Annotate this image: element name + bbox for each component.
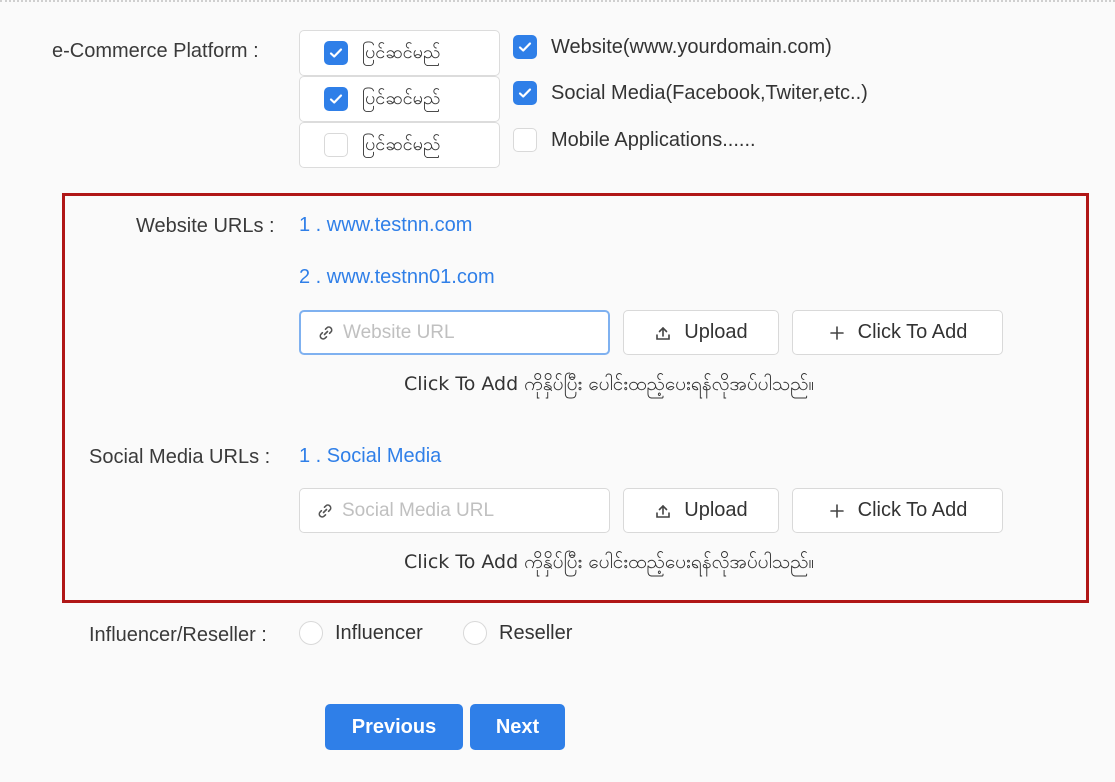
social-media-url-link-1[interactable]: 1 . Social Media (299, 445, 441, 468)
radio-influencer[interactable]: Influencer (299, 621, 423, 645)
influencer-reseller-label: Influencer/Reseller : (89, 624, 267, 646)
publish-toggle-mobile[interactable]: ပြင်ဆင်မည် (299, 122, 500, 168)
top-dotted-border (0, 0, 1115, 4)
social-media-urls-label: Social Media URLs : (89, 446, 271, 468)
check-icon (518, 88, 532, 98)
next-button[interactable]: Next (470, 704, 565, 750)
check-icon (329, 48, 343, 58)
publish-toggle-social[interactable]: ပြင်ဆင်မည် (299, 76, 500, 122)
check-icon (518, 42, 532, 52)
social-click-to-add-button[interactable]: Click To Add (792, 488, 1003, 533)
publish-label: ပြင်ဆင်မည် (362, 133, 441, 155)
website-url-link-2[interactable]: 2 . www.testnn01.com (299, 266, 495, 289)
social-upload-button[interactable]: Upload (623, 488, 779, 533)
option-mobile-applications[interactable]: Mobile Applications...... (513, 128, 756, 152)
social-media-url-input[interactable] (299, 488, 610, 533)
upload-icon (654, 324, 672, 342)
publish-checkbox-mobile[interactable] (324, 133, 348, 157)
radio-reseller[interactable]: Reseller (463, 621, 572, 645)
option-checkbox-mobile-applications[interactable] (513, 128, 537, 152)
option-label-website: Website(www.yourdomain.com) (551, 35, 832, 58)
radio-button[interactable] (299, 621, 323, 645)
website-url-input[interactable] (299, 310, 610, 355)
option-checkbox-website[interactable] (513, 35, 537, 59)
publish-checkbox-website[interactable] (324, 41, 348, 65)
option-label-social-media: Social Media(Facebook,Twiter,etc..) (551, 81, 868, 104)
previous-button[interactable]: Previous (325, 704, 463, 750)
plus-icon (828, 502, 846, 520)
website-urls-label: Website URLs : (136, 215, 275, 237)
publish-toggle-website[interactable]: ပြင်ဆင်မည် (299, 30, 500, 76)
upload-icon (654, 502, 672, 520)
option-checkbox-social-media[interactable] (513, 81, 537, 105)
website-click-to-add-button[interactable]: Click To Add (792, 310, 1003, 355)
platform-label: e-Commerce Platform : (52, 40, 259, 62)
publish-label: ပြင်ဆင်မည် (362, 87, 441, 109)
radio-button[interactable] (463, 621, 487, 645)
publish-label: ပြင်ဆင်မည် (362, 41, 441, 63)
website-url-link-1[interactable]: 1 . www.testnn.com (299, 214, 472, 237)
publish-checkbox-social[interactable] (324, 87, 348, 111)
social-media-url-field[interactable] (342, 499, 582, 522)
link-icon (316, 502, 334, 520)
option-label-mobile-applications: Mobile Applications...... (551, 128, 756, 151)
option-website[interactable]: Website(www.yourdomain.com) (513, 35, 832, 59)
social-hint-text: Click To Add ကိုနှိပ်ပြီး ပေါင်းထည့်ပေးရ… (404, 551, 815, 573)
website-upload-button[interactable]: Upload (623, 310, 779, 355)
link-icon (317, 324, 335, 342)
website-url-field[interactable] (343, 321, 583, 344)
check-icon (329, 94, 343, 104)
website-hint-text: Click To Add ကိုနှိပ်ပြီး ပေါင်းထည့်ပေးရ… (404, 373, 815, 395)
option-social-media[interactable]: Social Media(Facebook,Twiter,etc..) (513, 81, 868, 105)
plus-icon (828, 324, 846, 342)
